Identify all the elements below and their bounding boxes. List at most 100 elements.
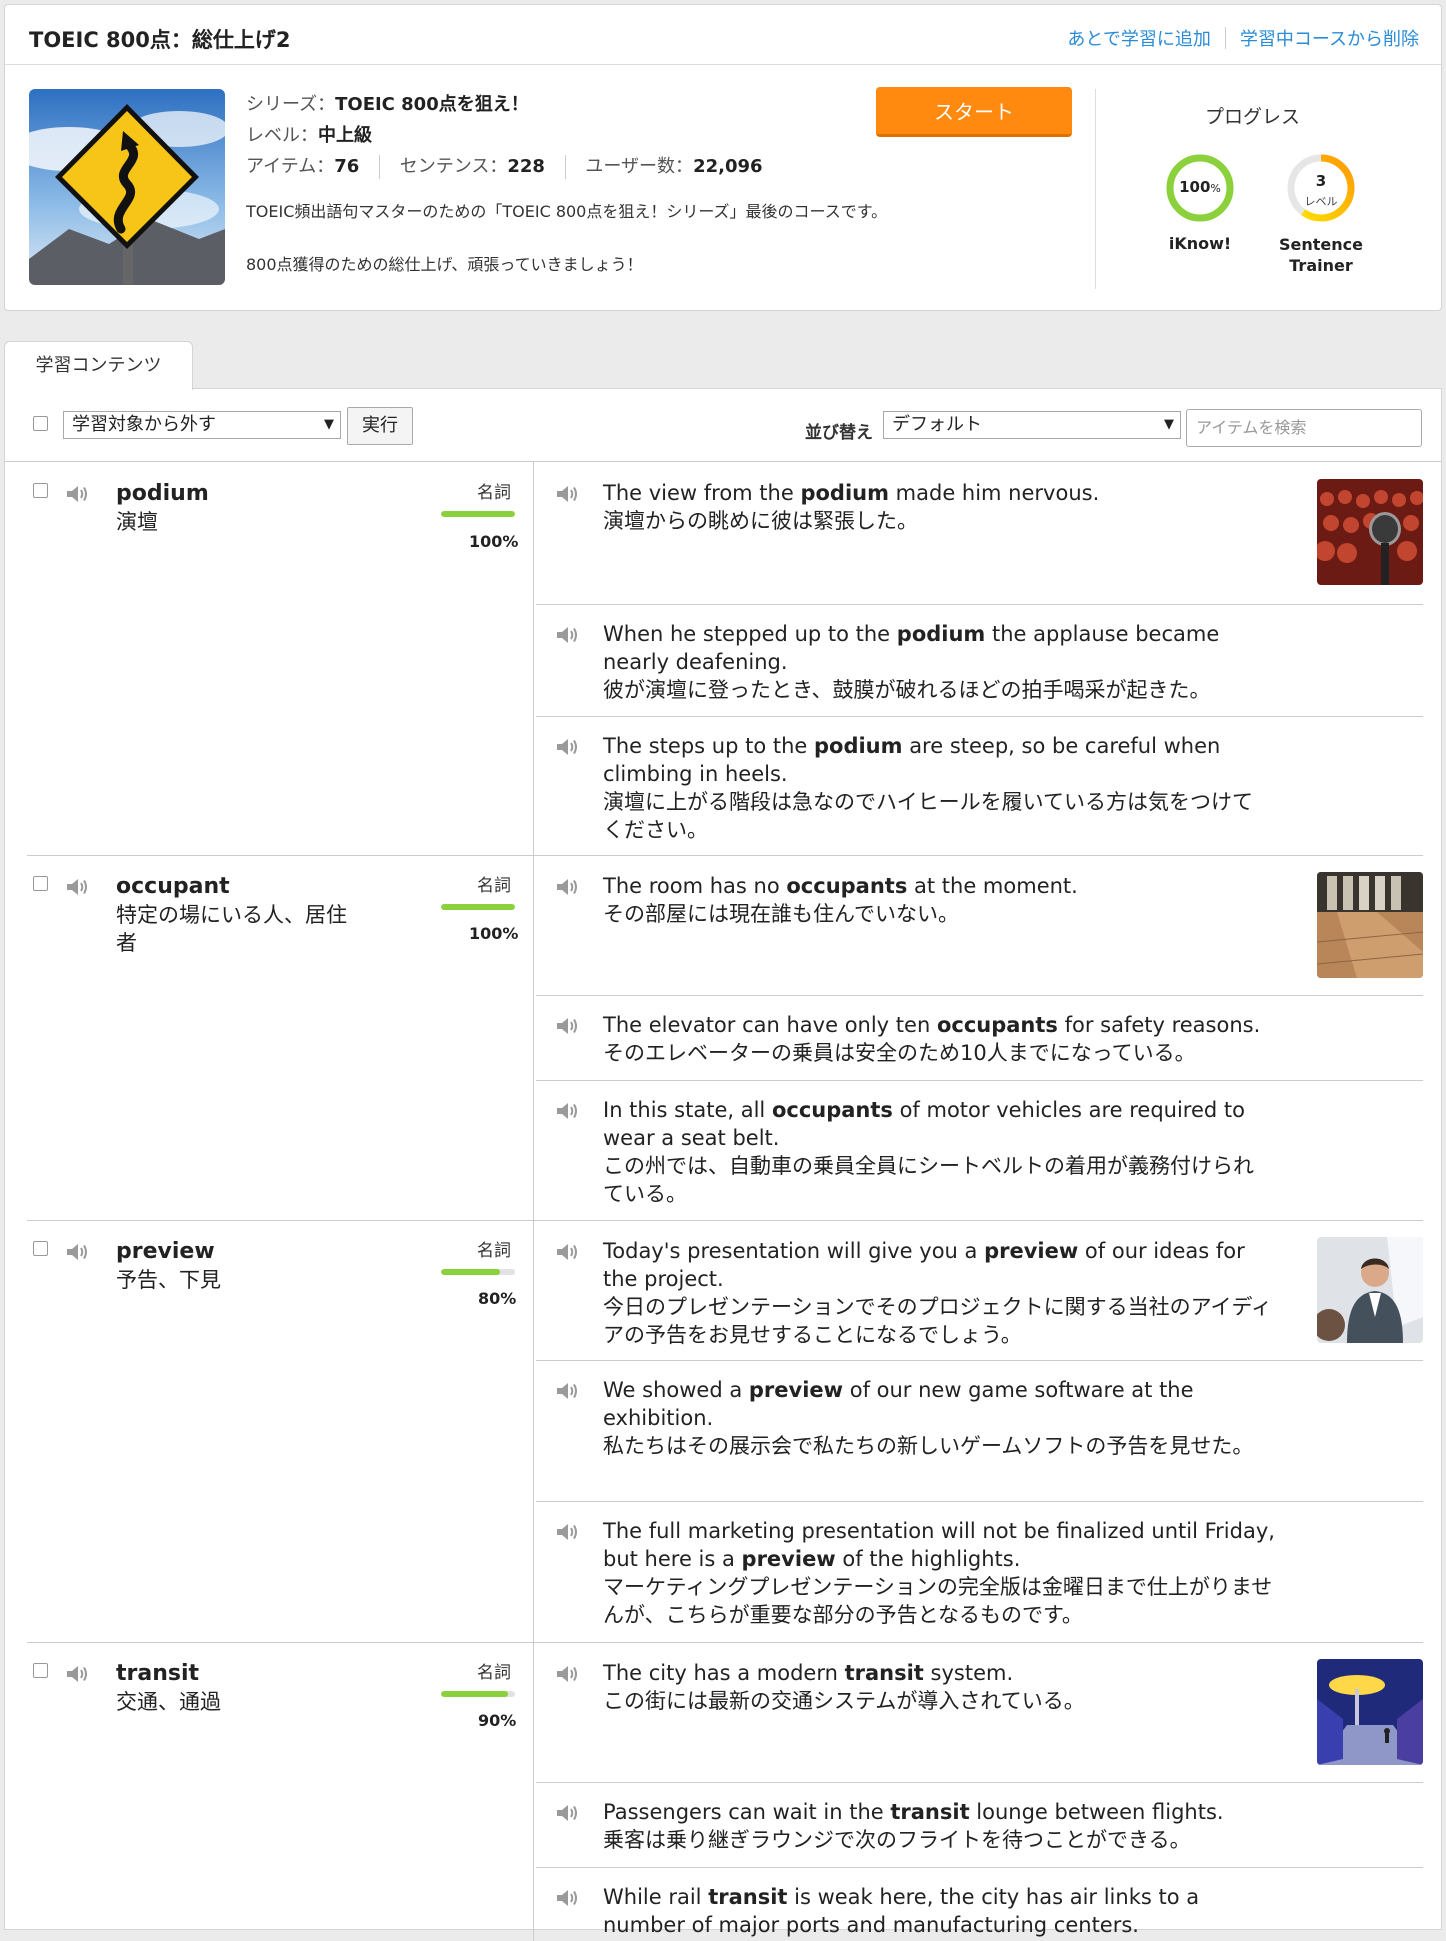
sentence-audio-speaker-icon[interactable] [555, 1521, 581, 1543]
item-word[interactable]: preview [116, 1239, 215, 1264]
execute-button[interactable]: 実行 [347, 407, 413, 445]
iknow-progress-ring[interactable]: 100% [1165, 153, 1235, 223]
sentence-ja: この街には最新の交通システムが導入されている。 [603, 1689, 1085, 1713]
sort-select[interactable]: デフォルト ▼ [883, 411, 1181, 439]
sentence-en-pre: In this state, all [603, 1098, 772, 1122]
sentence-divider [536, 604, 1423, 605]
sentence-image-empty-room[interactable] [1317, 872, 1423, 978]
level-value: 中上級 [318, 125, 372, 146]
item-checkbox[interactable] [33, 483, 48, 498]
item-search-input[interactable]: アイテムを検索 [1186, 409, 1422, 447]
course-title: TOEIC 800点：総仕上げ2 [29, 28, 291, 52]
sentence-en-pre: Passengers can wait in the [603, 1800, 891, 1824]
part-of-speech: 名詞 [477, 1241, 511, 1261]
sort-label: 並び替え [805, 423, 873, 443]
sentence-en-pre: The room has no [603, 874, 787, 898]
sentence-image-presenter[interactable] [1317, 1237, 1423, 1343]
sentence-ja: 乗客は乗り継ぎラウンジで次のフライトを待つことができる。 [603, 1828, 1191, 1852]
sentence-en-pre: The elevator can have only ten [603, 1013, 937, 1037]
sentence-en-pre: While rail [603, 1885, 709, 1909]
sentence: The elevator can have only ten occupants… [603, 1011, 1303, 1067]
sentence-audio-speaker-icon[interactable] [555, 624, 581, 646]
sentence-en-pre: The steps up to the [603, 734, 814, 758]
items-value: 76 [334, 156, 360, 177]
sentence-ja: マーケティングプレゼンテーションの完全版は金曜日まで仕上がりませんが、こちらが重… [603, 1575, 1273, 1627]
users-label: ユーザー数： [585, 156, 694, 177]
sentence-en-pre: We showed a [603, 1378, 749, 1402]
description-line-2: 800点獲得のための総仕上げ、頑張っていきましょう！ [246, 255, 643, 274]
sentence-audio-speaker-icon[interactable] [555, 1015, 581, 1037]
sentence-audio-speaker-icon[interactable] [555, 1663, 581, 1685]
item-word[interactable]: occupant [116, 874, 230, 899]
item-progress-bar [441, 904, 515, 910]
sentence-en-key: transit [708, 1885, 788, 1909]
item-progress-fill [441, 904, 515, 910]
item-divider [27, 855, 1423, 856]
item-checkbox[interactable] [33, 876, 48, 891]
word-audio-speaker-icon[interactable] [65, 483, 91, 505]
sentence-en: When he stepped up to the podium the app… [603, 620, 1283, 676]
sentence-en: Passengers can wait in the transit loung… [603, 1798, 1283, 1826]
course-thumbnail [29, 89, 225, 285]
sentence: We showed a preview of our new game soft… [603, 1376, 1273, 1460]
sentence-ja: 彼が演壇に登ったとき、鼓膜が破れるほどの拍手喝采が起きた。 [603, 678, 1211, 702]
item-checkbox[interactable] [33, 1663, 48, 1678]
item-meaning: 演壇 [116, 510, 158, 534]
sentence-en: The view from the podium made him nervou… [603, 479, 1283, 507]
sentence-divider [536, 716, 1423, 717]
item-progress-percent: 90% [478, 1711, 517, 1730]
sentence-audio-speaker-icon[interactable] [555, 1380, 581, 1402]
item-progress-percent: 100% [469, 924, 519, 943]
sentence-en: The steps up to the podium are steep, so… [603, 732, 1273, 788]
progress-divider [1095, 89, 1096, 289]
item-word[interactable]: podium [116, 481, 209, 506]
word-audio-speaker-icon[interactable] [65, 1663, 91, 1685]
sentence-en-pre: The view from the [603, 481, 801, 505]
sentence-en: While rail transit is weak here, the cit… [603, 1883, 1273, 1939]
item-meaning: 交通、通過 [116, 1690, 221, 1714]
item-divider [27, 1220, 1423, 1221]
start-button[interactable]: スタート [876, 87, 1072, 137]
sentence-audio-speaker-icon[interactable] [555, 876, 581, 898]
bulk-action-select[interactable]: 学習対象から外す ▼ [63, 411, 341, 439]
sentence-image-transit-station[interactable] [1317, 1659, 1423, 1765]
remove-course-link[interactable]: 学習中コースから削除 [1240, 25, 1419, 51]
word-audio-speaker-icon[interactable] [65, 1241, 91, 1263]
item-checkbox[interactable] [33, 1241, 48, 1256]
add-later-link[interactable]: あとで学習に追加 [1067, 25, 1210, 51]
select-all-checkbox[interactable] [33, 416, 48, 431]
sentence-en-pre: When he stepped up to the [603, 622, 897, 646]
sentence-audio-speaker-icon[interactable] [555, 736, 581, 758]
word-audio-speaker-icon[interactable] [65, 876, 91, 898]
iknow-value: 100 [1179, 178, 1211, 196]
series-value[interactable]: TOEIC 800点を狙え！ [335, 94, 529, 115]
course-description: TOEIC頻出語句マスターのための「TOEIC 800点を狙え！シリーズ」最後の… [246, 201, 887, 276]
sentence-en-key: preview [741, 1547, 836, 1571]
tab-study-contents[interactable]: 学習コンテンツ [4, 341, 193, 390]
sentence-audio-speaker-icon[interactable] [555, 483, 581, 505]
sentence-trainer-ring[interactable]: 3 レベル [1286, 153, 1356, 223]
sentence-audio-speaker-icon[interactable] [555, 1241, 581, 1263]
sentence-en: The city has a modern transit system. [603, 1659, 1283, 1687]
sentence-audio-speaker-icon[interactable] [555, 1887, 581, 1909]
sentence-audio-speaker-icon[interactable] [555, 1802, 581, 1824]
item-progress-bar [441, 1269, 515, 1275]
item-progress-percent: 80% [478, 1289, 517, 1308]
level-label: レベル： [246, 125, 318, 146]
toolbar-divider [5, 461, 1441, 462]
sentence: When he stepped up to the podium the app… [603, 620, 1283, 704]
description-line-1: TOEIC頻出語句マスターのための「TOEIC 800点を狙え！シリーズ」最後の… [246, 202, 888, 221]
sentence-divider [536, 995, 1423, 996]
sort-value: デフォルト [892, 414, 982, 435]
sentence-ja: この州では、自動車の乗員全員にシートベルトの着用が義務付けられている。 [603, 1154, 1254, 1206]
stat-divider [379, 155, 380, 179]
sentence-en-key: occupants [936, 1013, 1058, 1037]
sentence-en-key: podium [800, 481, 889, 505]
iknow-label: iKnow! [1168, 234, 1232, 253]
sentence-audio-speaker-icon[interactable] [555, 1100, 581, 1122]
bulk-action-value: 学習対象から外す [72, 414, 216, 435]
sentence-divider [536, 1782, 1423, 1783]
item-word[interactable]: transit [116, 1661, 199, 1686]
sentence-en: The full marketing presentation will not… [603, 1517, 1293, 1573]
sentence-image-microphone[interactable] [1317, 479, 1423, 585]
